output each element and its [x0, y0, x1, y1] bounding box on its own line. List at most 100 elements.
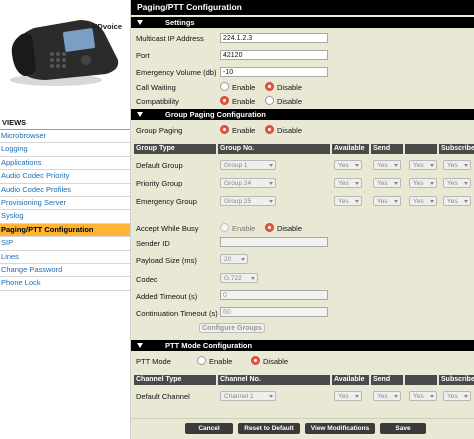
group-subscribe-value: Yes — [447, 198, 458, 205]
group-extra-select[interactable]: Yes — [409, 196, 437, 206]
chevron-down-icon — [430, 164, 434, 167]
nav-item[interactable]: Microbrowser — [0, 130, 130, 144]
multicast-ip-input[interactable]: 224.1.2.3 — [220, 33, 328, 43]
ptt-disable-label: Disable — [263, 357, 289, 366]
nav-item[interactable]: Audio Codec Priority — [0, 170, 130, 184]
channel-extra-select[interactable]: Yes — [409, 391, 437, 401]
group-send-value: Yes — [377, 162, 388, 169]
channel-channel-value: Channel 1 — [224, 393, 254, 400]
channel-col-header — [405, 375, 437, 385]
call-waiting-disable-label: Disable — [277, 83, 303, 92]
cancel-button[interactable]: Cancel — [185, 423, 233, 434]
call-waiting-disable-radio[interactable] — [265, 82, 274, 91]
chevron-down-icon — [251, 277, 255, 280]
emergency-volume-input[interactable]: -10 — [220, 67, 328, 77]
chevron-down-icon — [355, 182, 359, 185]
group-send-select[interactable]: Yes — [373, 160, 401, 170]
channel-send-select[interactable]: Yes — [373, 391, 401, 401]
group-extra-value: Yes — [413, 198, 424, 205]
nav-item[interactable]: Provisioning Server — [0, 197, 130, 211]
channel-col-header: Channel Type — [134, 375, 216, 385]
chevron-down-icon — [464, 395, 468, 398]
ptt-section-header[interactable]: PTT Mode Configuration — [131, 340, 474, 351]
added-timeout-label: Added Timeout (s) — [136, 292, 198, 301]
group-subscribe-select[interactable]: Yes — [443, 178, 471, 188]
group-col-header: Group Type — [134, 144, 216, 154]
payload-size-select[interactable]: 20 — [220, 254, 248, 264]
nav-item[interactable]: Change Password — [0, 264, 130, 278]
group-available-select[interactable]: Yes — [334, 196, 362, 206]
codec-select[interactable]: G.722 — [220, 273, 258, 283]
channel-col-header: Channel No. — [218, 375, 330, 385]
payload-label: Payload Size (ms) — [136, 256, 197, 265]
added-timeout-input[interactable]: 0 — [220, 290, 328, 300]
group-extra-value: Yes — [413, 180, 424, 187]
ptt-enable-radio[interactable] — [197, 356, 206, 365]
group-type-label: Emergency Group — [136, 197, 197, 206]
channel-col-header: Available — [332, 375, 369, 385]
port-input[interactable]: 42120 — [220, 50, 328, 60]
channel-channel-select[interactable]: Channel 1 — [220, 391, 276, 401]
nav-item[interactable]: Paging/PTT Configuration — [0, 223, 130, 238]
multicast-label: Multicast IP Address — [136, 34, 204, 43]
group-type-label: Default Group — [136, 161, 183, 170]
channel-subscribe-select[interactable]: Yes — [443, 391, 471, 401]
nav-item[interactable]: Lines — [0, 251, 130, 264]
compat-disable-radio[interactable] — [265, 96, 274, 105]
accept-busy-disable-radio[interactable] — [265, 223, 274, 232]
group-extra-select[interactable]: Yes — [409, 160, 437, 170]
settings-section-header[interactable]: Settings — [131, 17, 474, 28]
group-paging-disable-radio[interactable] — [265, 125, 274, 134]
configure-groups-button[interactable]: Configure Groups — [199, 323, 265, 333]
group-group-select[interactable]: Group 24 — [220, 178, 276, 188]
ptt-title: PTT Mode Configuration — [165, 341, 253, 350]
continuation-timeout-input[interactable]: 60 — [220, 307, 328, 317]
ptt-mode-label: PTT Mode — [136, 357, 171, 366]
group-paging-enable-label: Enable — [232, 126, 256, 135]
nav-item[interactable]: Audio Codec Profiles — [0, 184, 130, 197]
ptt-disable-radio[interactable] — [251, 356, 260, 365]
chevron-down-icon — [394, 200, 398, 203]
collapse-arrow-icon[interactable] — [137, 112, 143, 117]
group-paging-title: Group Paging Configuration — [165, 110, 266, 119]
group-col-header: Subscribe — [439, 144, 474, 154]
chevron-down-icon — [394, 164, 398, 167]
compat-enable-radio[interactable] — [220, 96, 229, 105]
group-paging-disable-label: Disable — [277, 126, 303, 135]
group-send-select[interactable]: Yes — [373, 178, 401, 188]
chevron-down-icon — [269, 182, 273, 185]
collapse-arrow-icon[interactable] — [137, 20, 143, 25]
group-subscribe-select[interactable]: Yes — [443, 196, 471, 206]
accept-busy-enable-radio[interactable] — [220, 223, 229, 232]
chevron-down-icon — [269, 395, 273, 398]
group-col-header — [405, 144, 437, 154]
channel-available-select[interactable]: Yes — [334, 391, 362, 401]
compat-disable-label: Disable — [277, 97, 303, 106]
group-extra-select[interactable]: Yes — [409, 178, 437, 188]
group-group-select[interactable]: Group 25 — [220, 196, 276, 206]
group-paging-enable-radio[interactable] — [220, 125, 229, 134]
group-subscribe-select[interactable]: Yes — [443, 160, 471, 170]
group-col-header: Send — [371, 144, 403, 154]
group-group-select[interactable]: Group 1 — [220, 160, 276, 170]
call-waiting-enable-radio[interactable] — [220, 82, 229, 91]
nav-item[interactable]: Logging — [0, 143, 130, 157]
group-send-select[interactable]: Yes — [373, 196, 401, 206]
group-available-select[interactable]: Yes — [334, 178, 362, 188]
nav-item[interactable]: Phone Lock — [0, 277, 130, 291]
view-modifications-button[interactable]: View Modifications — [305, 423, 375, 434]
reset-default-button[interactable]: Reset to Default — [238, 423, 300, 434]
save-button[interactable]: Save — [380, 423, 426, 434]
sender-id-label: Sender ID — [136, 239, 170, 248]
nav-item[interactable]: Applications — [0, 157, 130, 171]
port-label: Port — [136, 51, 150, 60]
group-col-header: Available — [332, 144, 369, 154]
group-available-select[interactable]: Yes — [334, 160, 362, 170]
collapse-arrow-icon[interactable] — [137, 343, 143, 348]
group-paging-section-header[interactable]: Group Paging Configuration — [131, 109, 474, 120]
sender-id-input[interactable] — [220, 237, 328, 247]
nav-item[interactable]: Syslog — [0, 210, 130, 224]
nav-item[interactable]: SIP — [0, 237, 130, 251]
chevron-down-icon — [269, 164, 273, 167]
group-group-value: Group 25 — [224, 198, 252, 205]
